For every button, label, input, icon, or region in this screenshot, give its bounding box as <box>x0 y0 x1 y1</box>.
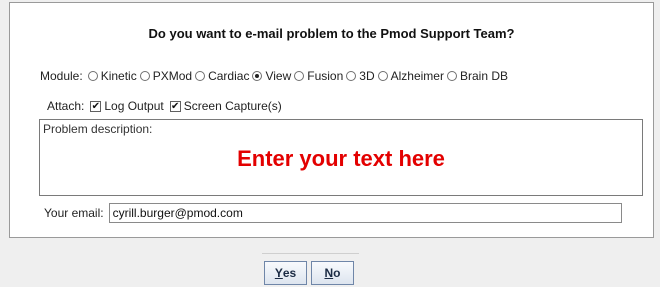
radio-button[interactable] <box>294 71 305 81</box>
radio-button[interactable] <box>139 71 150 81</box>
email-label: Your email: <box>44 206 104 220</box>
yes-label-rest: es <box>282 266 297 280</box>
module-selector: Module: Kinetic PXMod Cardiac View Fusio… <box>40 67 511 85</box>
module-option-3d[interactable]: 3D <box>346 69 375 83</box>
email-row: Your email: cyrill.burger@pmod.com <box>44 202 622 224</box>
problem-description-label: Problem description: <box>43 122 153 136</box>
module-option-alzheimer[interactable]: Alzheimer <box>377 69 444 83</box>
module-option-fusion[interactable]: Fusion <box>294 69 343 83</box>
attach-row: Attach: ✔ Log Output ✔ Screen Capture(s) <box>47 97 288 115</box>
module-option-label: Kinetic <box>100 69 137 83</box>
radio-button[interactable] <box>446 71 457 81</box>
no-mnemonic: N <box>324 266 334 280</box>
module-option-brain-db[interactable]: Brain DB <box>446 69 509 83</box>
checkbox-checked[interactable]: ✔ <box>90 100 102 112</box>
radio-button[interactable] <box>377 71 388 81</box>
module-option-label: PXMod <box>152 69 193 83</box>
attach-option-label: Screen Capture(s) <box>183 99 282 113</box>
yes-mnemonic: Y <box>274 266 283 280</box>
problem-description-field[interactable]: Problem description: Enter your text her… <box>39 119 643 196</box>
module-option-label: Alzheimer <box>390 69 444 83</box>
module-label: Module: <box>40 69 83 83</box>
module-option-label: View <box>265 69 292 83</box>
radio-button[interactable] <box>346 71 357 81</box>
button-separator <box>262 253 359 254</box>
module-option-kinetic[interactable]: Kinetic <box>87 69 137 83</box>
attach-log-output[interactable]: ✔ Log Output <box>90 99 164 113</box>
email-field[interactable]: cyrill.burger@pmod.com <box>108 203 622 223</box>
dialog-panel: Do you want to e-mail problem to the Pmo… <box>9 2 654 238</box>
radio-button[interactable] <box>195 71 206 81</box>
module-option-cardiac[interactable]: Cardiac <box>195 69 249 83</box>
attach-screen-capture[interactable]: ✔ Screen Capture(s) <box>169 99 282 113</box>
module-option-label: Brain DB <box>459 69 509 83</box>
module-option-label: Cardiac <box>208 69 250 83</box>
module-option-label: Fusion <box>307 69 344 83</box>
yes-button[interactable]: Yes <box>264 261 307 285</box>
no-button[interactable]: No <box>311 261 354 285</box>
module-option-pxmod[interactable]: PXMod <box>139 69 193 83</box>
radio-button[interactable] <box>87 71 98 81</box>
checkbox-checked[interactable]: ✔ <box>169 100 181 112</box>
radio-button-selected[interactable] <box>252 71 263 81</box>
no-label-rest: o <box>333 266 341 280</box>
attach-option-label: Log Output <box>104 99 164 113</box>
description-prompt: Enter your text here <box>237 146 445 171</box>
dialog-title: Do you want to e-mail problem to the Pmo… <box>148 26 515 41</box>
module-option-view[interactable]: View <box>252 69 291 83</box>
attach-label: Attach: <box>47 99 85 113</box>
module-option-label: 3D <box>359 69 375 83</box>
